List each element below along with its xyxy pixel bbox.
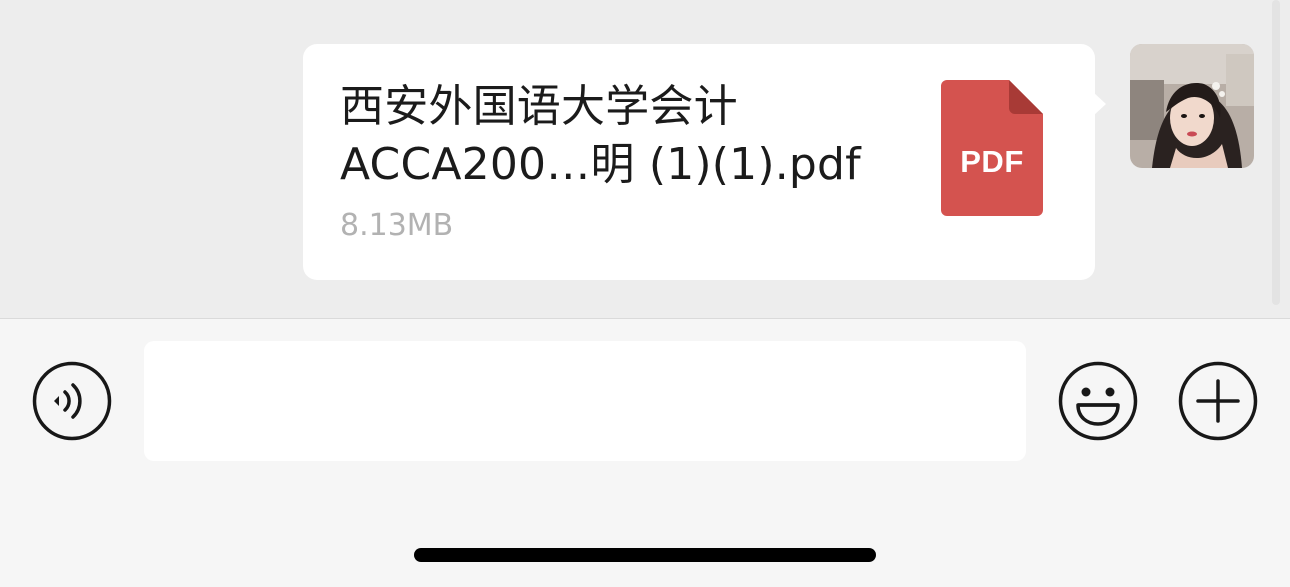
emoji-button[interactable] (1058, 361, 1138, 441)
voice-mode-button[interactable] (32, 361, 112, 441)
emoji-icon (1058, 361, 1138, 441)
home-indicator[interactable] (414, 548, 876, 562)
message-input[interactable] (144, 341, 1026, 461)
file-name: 西安外国语大学会计 ACCA200…明 (1)(1).pdf (340, 78, 900, 194)
pdf-type-label: PDF (960, 144, 1024, 179)
chat-scrollbar[interactable] (1272, 0, 1280, 305)
input-bar (0, 319, 1290, 587)
file-message-bubble[interactable]: 西安外国语大学会计 ACCA200…明 (1)(1).pdf 8.13MB PD… (303, 44, 1095, 280)
avatar[interactable] (1130, 44, 1254, 168)
plus-icon (1178, 361, 1258, 441)
file-size: 8.13MB (340, 208, 454, 243)
more-options-button[interactable] (1178, 361, 1258, 441)
chat-area: 西安外国语大学会计 ACCA200…明 (1)(1).pdf 8.13MB PD… (0, 0, 1290, 318)
file-name-line-1: 西安外国语大学会计 (340, 81, 738, 132)
bubble-tail (1093, 92, 1106, 116)
pdf-file-icon: PDF (941, 80, 1043, 216)
voice-mode-icon (32, 361, 112, 441)
file-name-line-2: ACCA200…明 (1)(1).pdf (340, 139, 861, 190)
